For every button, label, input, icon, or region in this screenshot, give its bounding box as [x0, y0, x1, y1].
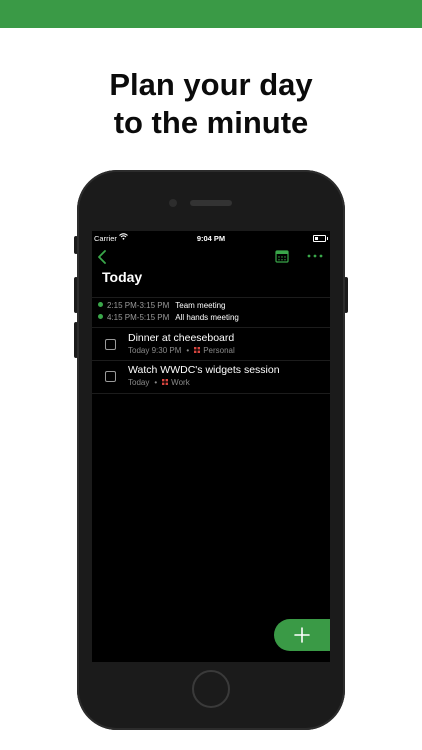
task-checkbox[interactable] [105, 371, 116, 382]
more-dots-icon[interactable] [306, 251, 324, 261]
event-name: All hands meeting [175, 313, 239, 322]
status-bar: Carrier 9:04 PM [92, 231, 330, 245]
earpiece [190, 200, 232, 206]
task-project: Work [171, 378, 190, 387]
task-when: Today 9:30 PM [128, 346, 182, 355]
task-project: Personal [203, 346, 235, 355]
task-meta: Today • Work [128, 378, 190, 387]
task-checkbox[interactable] [105, 339, 116, 350]
calendar-icon[interactable] [275, 250, 289, 263]
task-title: Watch WWDC's widgets session [128, 364, 280, 376]
home-button[interactable] [192, 670, 230, 708]
grid-icon [162, 378, 169, 385]
headline-line-2: to the minute [113, 105, 309, 140]
add-task-button[interactable] [274, 619, 330, 651]
page-title: Today [102, 269, 143, 285]
meta-separator: • [186, 346, 190, 355]
plus-icon [294, 627, 310, 643]
task-meta: Today 9:30 PM • Personal [128, 346, 235, 355]
task-title: Dinner at cheeseboard [128, 332, 235, 344]
status-time: 9:04 PM [196, 234, 226, 243]
calendar-event[interactable]: 2:15 PM-3:15 PM Team meeting [98, 300, 226, 312]
meta-separator: • [154, 378, 158, 387]
divider [92, 327, 330, 328]
divider [92, 297, 330, 298]
event-name: Team meeting [175, 301, 226, 310]
event-time: 4:15 PM-5:15 PM [107, 313, 170, 322]
app-screen: Carrier 9:04 PM Today 2:15 PM-3:15 PM Tea… [92, 231, 330, 662]
divider [92, 393, 330, 394]
task-row[interactable]: Dinner at cheeseboard Today 9:30 PM • Pers… [92, 329, 330, 361]
task-row[interactable]: Watch WWDC's widgets session Today • Work [92, 361, 330, 393]
battery-icon [313, 235, 328, 242]
event-dot [98, 314, 103, 320]
calendar-event[interactable]: 4:15 PM-5:15 PM All hands meeting [98, 312, 239, 324]
chevron-left-icon[interactable] [96, 249, 110, 265]
top-green-bar [0, 0, 422, 28]
grid-icon [194, 346, 201, 353]
task-when: Today [128, 378, 150, 387]
event-time: 2:15 PM-3:15 PM [107, 301, 170, 310]
event-dot [98, 302, 103, 308]
camera-icon [169, 199, 177, 207]
promo-headline: Plan your day to the minute [0, 66, 422, 142]
headline-line-1: Plan your day [109, 67, 313, 102]
